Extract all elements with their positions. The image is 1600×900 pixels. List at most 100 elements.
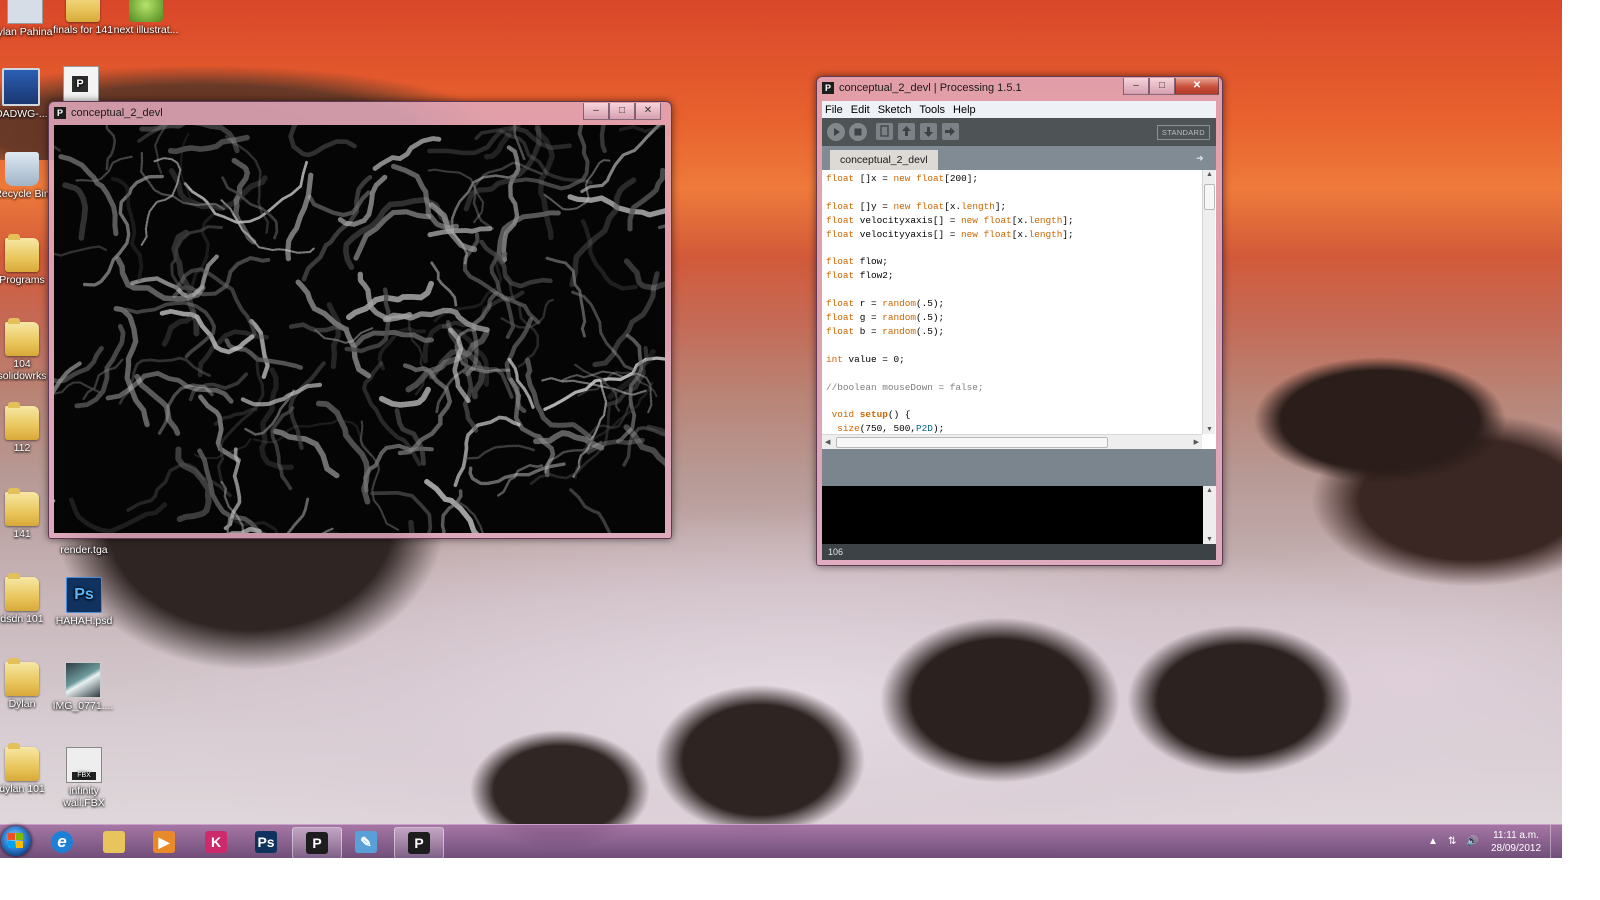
new-button[interactable]	[876, 123, 893, 140]
processing-ide-icon: P	[306, 832, 328, 854]
menu-sketch[interactable]: Sketch	[875, 104, 917, 116]
desktop-icon-next-illustrat[interactable]: next illustrat...	[111, 0, 181, 36]
code-line: float velocityxaxis[] = new float[x.leng…	[826, 214, 1074, 226]
stop-button[interactable]	[849, 123, 867, 141]
particle-trail	[69, 497, 168, 533]
menu-edit[interactable]: Edit	[848, 104, 875, 116]
particle-trail	[216, 355, 265, 484]
desktop-icon-infinity-wall-fbx[interactable]: FBX infinity wall.FBX	[49, 747, 119, 809]
desktop-icon-hahah-psd[interactable]: Ps HAHAH.psd	[49, 577, 119, 627]
particle-trail	[231, 157, 257, 245]
close-button[interactable]: ✕	[635, 103, 661, 120]
processing-ide-window[interactable]: P conceptual_2_devl | Processing 1.5.1 –…	[816, 76, 1223, 566]
taskbar-button[interactable]	[90, 827, 138, 857]
stop-icon	[854, 128, 862, 136]
desktop-icon-label: render.tga	[60, 544, 108, 556]
code-line: float flow2;	[826, 270, 894, 282]
internet-explorer-icon: e	[51, 831, 73, 853]
mode-selector[interactable]: STANDARD	[1156, 125, 1210, 140]
save-button[interactable]	[920, 123, 937, 140]
desktop-icon-finals-for-141[interactable]: finals for 141	[48, 0, 118, 36]
tab-sketch[interactable]: conceptual_2_devl	[830, 150, 938, 170]
particle-trail	[54, 345, 104, 384]
particle-trail	[288, 125, 357, 158]
horizontal-scroll-thumb[interactable]	[836, 437, 1108, 448]
minimize-button[interactable]: –	[583, 103, 609, 120]
particle-trail	[372, 136, 442, 171]
recycle-bin-icon	[5, 152, 39, 186]
menu-help[interactable]: Help	[950, 104, 981, 116]
taskbar-button[interactable]: ▶	[140, 827, 188, 857]
close-button[interactable]: ✕	[1175, 78, 1219, 95]
illustrator-file-icon	[129, 0, 163, 22]
taskbar-button[interactable]: K	[192, 827, 240, 857]
sketch-window[interactable]: P conceptual_2_devl – □ ✕	[48, 101, 672, 539]
taskbar-button[interactable]: Ps	[242, 827, 290, 857]
start-button[interactable]	[1, 826, 31, 856]
particle-trail	[623, 258, 665, 291]
sketch-canvas[interactable]	[54, 125, 665, 533]
ide-titlebar[interactable]: P conceptual_2_devl | Processing 1.5.1 –…	[817, 77, 1222, 101]
scroll-down-icon[interactable]: ▼	[1206, 536, 1213, 543]
particle-trail	[370, 490, 433, 533]
menu-tools[interactable]: Tools	[916, 104, 950, 116]
code-line: float b = random(.5);	[826, 325, 945, 337]
sketch-window-title: conceptual_2_devl	[71, 107, 163, 119]
particle-trail	[54, 381, 101, 395]
code-line: int value = 0;	[826, 353, 905, 365]
code-editor[interactable]: float []x = new float[200]; float []y = …	[822, 170, 1216, 449]
line-number-indicator: 106	[822, 544, 1216, 560]
file-explorer-icon	[103, 831, 125, 853]
clock-date: 28/09/2012	[1490, 843, 1542, 854]
arrow-up-icon	[902, 126, 911, 136]
editor-vertical-scrollbar[interactable]: ▲ ▼	[1202, 170, 1215, 434]
desktop-icon-render-tga[interactable]: render.tga	[49, 544, 119, 556]
arrow-down-icon	[924, 127, 933, 137]
taskbar-button[interactable]: P	[292, 827, 342, 858]
scroll-up-icon[interactable]: ▲	[1206, 171, 1213, 178]
show-hidden-icons-icon[interactable]: ▲	[1428, 836, 1440, 848]
taskbar: e ▶ K Ps P ✎ P ▲ ⇅ 🔊 11:11 a.m. 28/09/2012	[0, 824, 1562, 858]
show-desktop-button[interactable]	[1550, 825, 1562, 858]
network-icon[interactable]: ⇅	[1448, 836, 1460, 848]
scroll-right-icon[interactable]: ▶	[1194, 438, 1199, 446]
minimize-button[interactable]: –	[1123, 78, 1149, 95]
particle-trail	[325, 300, 341, 370]
open-button[interactable]	[898, 123, 915, 140]
menu-file[interactable]: File	[822, 104, 848, 116]
editor-horizontal-scrollbar[interactable]: ◀ ▶	[822, 434, 1202, 449]
window-controls: – □ ✕	[583, 103, 661, 121]
sketch-titlebar[interactable]: P conceptual_2_devl – □ ✕	[49, 102, 671, 126]
taskbar-button[interactable]: P	[394, 827, 444, 858]
folder-icon	[5, 573, 39, 611]
taskbar-button[interactable]: e	[38, 827, 86, 857]
desktop-icon-img-0771[interactable]: IMG_0771....	[48, 662, 118, 712]
clock[interactable]: 11:11 a.m. 28/09/2012	[1484, 829, 1548, 855]
paint-icon: ✎	[355, 831, 377, 853]
menu-bar: File Edit Sketch Tools Help	[822, 101, 1216, 118]
volume-icon[interactable]: 🔊	[1466, 836, 1478, 848]
console-output[interactable]	[822, 486, 1203, 544]
particle-trail	[197, 448, 268, 533]
export-button[interactable]	[942, 123, 959, 140]
vertical-scroll-thumb[interactable]	[1204, 184, 1215, 210]
tab-menu-arrow-icon[interactable]: ➜	[1196, 153, 1206, 163]
particle-trail	[378, 386, 431, 408]
maximize-button[interactable]: □	[1149, 78, 1175, 95]
arrow-right-icon	[945, 127, 955, 136]
code-text[interactable]: float []x = new float[200]; float []y = …	[826, 172, 1202, 434]
scroll-up-icon[interactable]: ▲	[1206, 487, 1213, 494]
run-button[interactable]	[827, 123, 845, 141]
scroll-down-icon[interactable]: ▼	[1206, 426, 1213, 433]
ide-window-title: conceptual_2_devl | Processing 1.5.1	[839, 82, 1022, 94]
console-scrollbar[interactable]: ▲ ▼	[1203, 486, 1216, 544]
computer-icon	[2, 68, 40, 106]
maximize-button[interactable]: □	[609, 103, 635, 120]
taskbar-button[interactable]: ✎	[342, 827, 390, 857]
desktop-icon-processing-file[interactable]: P	[46, 66, 116, 104]
scroll-left-icon[interactable]: ◀	[825, 438, 830, 446]
